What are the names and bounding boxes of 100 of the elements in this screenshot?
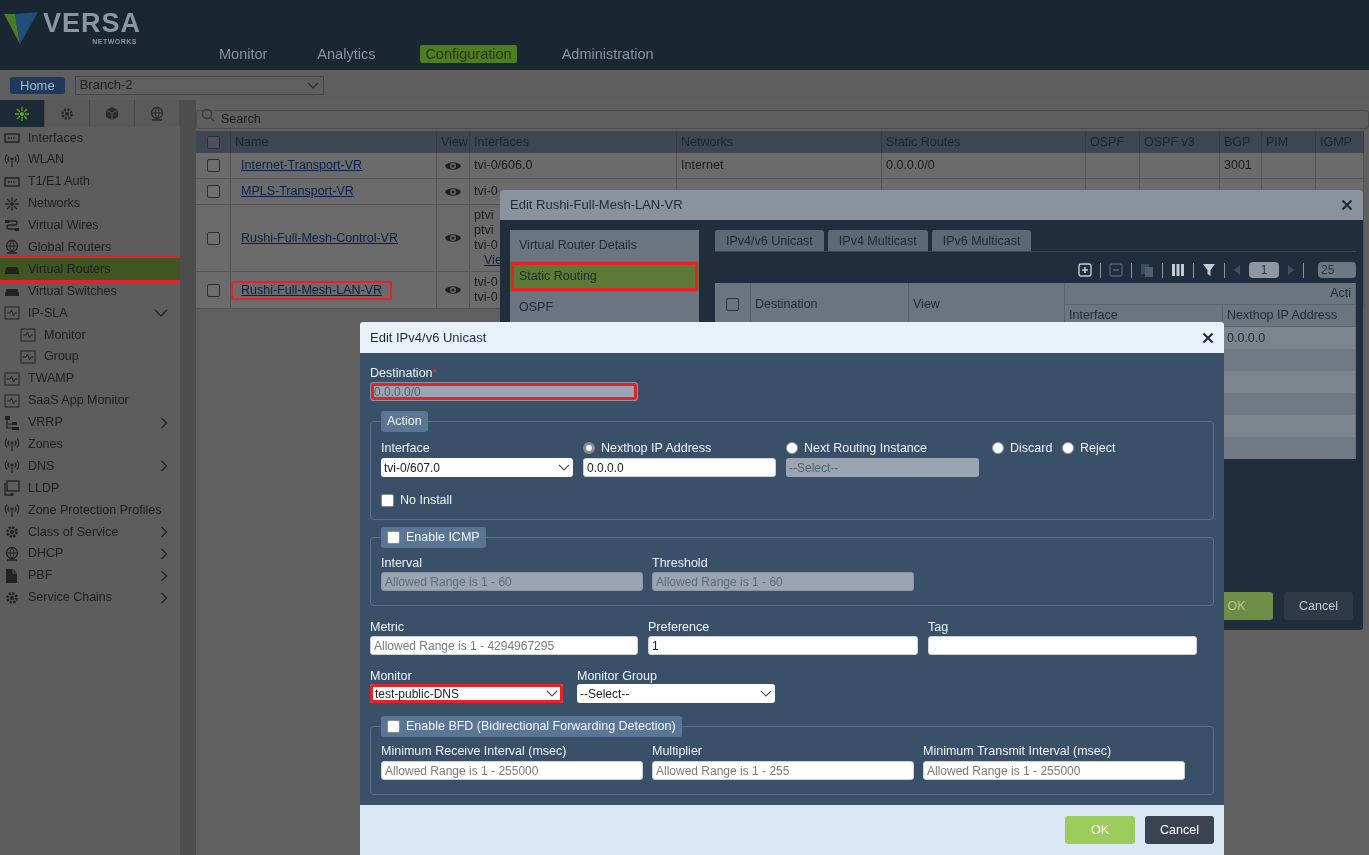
checkbox[interactable] [726,298,739,311]
checkbox[interactable] [206,231,220,245]
checkbox[interactable] [206,283,220,297]
page-size-field[interactable]: 25 [1318,262,1356,278]
sidebar-item[interactable]: Interfaces [0,127,180,149]
dialog-tab[interactable]: IPv4/v6 Unicast [715,230,824,251]
sidebar-item[interactable]: WLAN [0,148,180,171]
close-icon[interactable] [1202,331,1214,344]
input-field[interactable]: 1 [648,636,918,655]
sidebar-item[interactable]: Zones [0,433,180,456]
antenna-icon [4,502,20,519]
row-link[interactable]: Rushi-Full-Mesh-Control-VR [231,228,408,248]
checkbox[interactable] [387,531,400,544]
interface-name: tvi-0 [474,275,498,290]
sidebar-item[interactable]: DHCP [0,542,180,565]
page-field[interactable]: 1 [1249,262,1279,278]
sidebar-item[interactable]: Virtual Switches [0,280,180,303]
search-icon [201,108,215,122]
add-icon[interactable] [1078,263,1092,277]
sidebar-item[interactable]: Networks [0,192,180,215]
dialog-nav-item[interactable]: Virtual Router Details [510,230,699,261]
input-field[interactable]: Allowed Range is 1 - 255000 [923,761,1185,780]
chevron-right-icon [160,569,168,582]
sidebar-item[interactable]: Zone Protection Profiles [0,499,180,522]
sidebar-item[interactable]: Virtual Wires [0,214,180,237]
checkbox[interactable] [206,135,220,149]
branch-dropdown[interactable]: Branch-2 [74,75,324,95]
input-field[interactable] [928,636,1197,655]
chevron-right-icon [160,547,168,560]
input-field[interactable]: Allowed Range is 1 - 4294967295 [370,636,638,655]
column-group-header: Acti [1065,283,1356,305]
search-field[interactable]: Search [196,109,1369,129]
remove-icon[interactable] [1109,263,1123,277]
sidebar-item[interactable]: PBF [0,564,180,587]
sidebar-item[interactable]: TWAMP [0,367,180,390]
interface-name: ptvi [474,208,494,223]
copy-icon[interactable] [1140,263,1154,277]
dialog-button[interactable]: OK [1065,816,1135,844]
nav-tab[interactable]: Analytics [312,45,381,63]
radio-button[interactable] [1062,442,1074,454]
dialog-tab[interactable]: IPv4 Multicast [827,230,928,251]
sidebar-item[interactable]: Group [0,345,180,368]
input-field[interactable]: Allowed Range is 1 - 255000 [381,761,643,780]
eye-icon[interactable] [444,159,462,172]
checkbox[interactable] [206,185,220,198]
checkbox[interactable] [387,720,400,733]
dialog-nav-item[interactable]: Static Routing [510,261,699,292]
sidebar-item[interactable]: Monitor [0,324,180,346]
eye-icon[interactable] [444,232,462,244]
dialog-nav-item[interactable]: OSPF [510,292,699,323]
sidebar-item[interactable]: IP-SLA [0,302,180,324]
sidebar-item[interactable]: Virtual Routers [0,258,180,281]
sidebar-item[interactable]: DNS [0,455,180,478]
sidebar-item[interactable]: T1/E1 Auth [0,170,180,193]
checkbox[interactable] [206,159,220,172]
sidebar-item[interactable]: Global Routers [0,236,180,259]
dialog-title: Edit IPv4/v6 Unicast [370,328,487,347]
row-link[interactable]: MPLS-Transport-VR [231,182,364,201]
nav-tab[interactable]: Administration [556,45,659,63]
pulse-icon [4,370,20,387]
row-link[interactable]: Internet-Transport-VR [231,156,373,175]
pulse-icon [20,348,36,365]
nav-tab[interactable]: Configuration [420,45,517,63]
home-button[interactable]: Home [10,76,65,94]
eye-icon[interactable] [444,185,462,198]
checkbox[interactable] [381,493,394,507]
table-cell: 0.0.0.0/0 [882,153,1086,179]
radio-button[interactable] [583,442,595,454]
radio-button[interactable] [992,442,1004,454]
gear-icon [59,105,75,122]
dialog-button[interactable]: Cancel [1284,592,1353,620]
antenna-icon [4,436,20,453]
field-label: Monitor [370,668,413,684]
sidebar-item[interactable]: Service Chains [0,586,180,609]
sidebar-tab[interactable] [0,100,45,127]
field-label: Minimum Receive Interval (msec) [381,743,568,759]
row-link[interactable]: Rushi-Full-Mesh-LAN-VR [231,280,392,300]
filter-icon[interactable] [1202,263,1216,277]
next-icon[interactable] [1287,264,1295,276]
dropdown[interactable]: tvi-0/607.0 [381,458,573,477]
interface-name: tvi-0/606.0 [474,158,533,173]
input-field[interactable]: Allowed Range is 1 - 255 [652,761,914,780]
field-label: Metric [370,619,406,635]
cube-icon [104,105,120,122]
eye-icon[interactable] [444,284,462,296]
sidebar-item[interactable]: LLDP [0,477,180,500]
sidebar-item[interactable]: Class of Service [0,521,180,543]
nav-tab[interactable]: Monitor [214,45,273,63]
field-label: Preference [648,619,711,635]
dropdown[interactable]: test-public-DNS [370,684,563,703]
antenna-icon [4,151,20,168]
sidebar-item[interactable]: VRRP [0,411,180,434]
dialog-tab[interactable]: IPv6 Multicast [931,230,1032,251]
previous-icon[interactable] [1233,264,1241,276]
dialog-button[interactable]: Cancel [1145,816,1214,844]
input-field[interactable]: 0.0.0.0 [583,458,776,477]
interface-name: ptvi [474,223,494,238]
dropdown[interactable]: --Select-- [577,684,775,703]
columns-icon[interactable] [1171,263,1185,277]
sidebar-item[interactable]: SaaS App Monitor [0,389,180,412]
